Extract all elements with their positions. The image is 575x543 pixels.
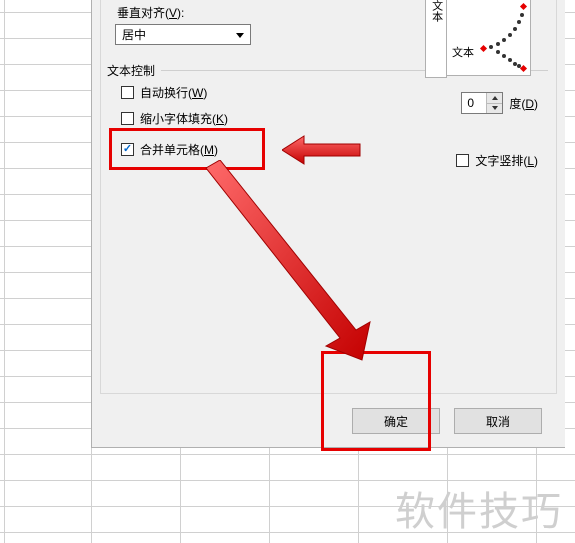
- checkbox-icon: [121, 86, 134, 99]
- checkbox-checked-icon: [121, 143, 134, 156]
- chevron-down-icon: [232, 27, 248, 43]
- text-control-legend: 文本控制: [107, 62, 155, 79]
- shrink-to-fit-checkbox-row[interactable]: 缩小字体填充(K): [121, 110, 228, 127]
- vertical-align-combo[interactable]: 居中: [115, 24, 251, 45]
- wrap-text-label: 自动换行(W): [140, 84, 207, 101]
- wrap-text-checkbox-row[interactable]: 自动换行(W): [121, 84, 207, 101]
- checkbox-icon: [121, 112, 134, 125]
- degree-value: 0: [467, 96, 474, 110]
- ok-button[interactable]: 确定: [352, 408, 440, 434]
- vertical-align-value: 居中: [122, 26, 146, 43]
- alignment-tab-panel: 垂直对齐(V): 居中 文本控制 自动换行(W) 缩小字体填充(K) 合并单元格…: [100, 0, 557, 394]
- spinner-down-icon[interactable]: [486, 104, 502, 114]
- degree-row: 0 度(D): [461, 92, 538, 114]
- checkbox-icon: [456, 154, 469, 167]
- format-cells-dialog: 垂直对齐(V): 居中 文本控制 自动换行(W) 缩小字体填充(K) 合并单元格…: [91, 0, 565, 448]
- spinner-up-icon[interactable]: [486, 93, 502, 104]
- vertical-text-label: 文字竖排(L): [475, 152, 538, 169]
- spinner-buttons: [486, 93, 502, 113]
- shrink-to-fit-label: 缩小字体填充(K): [140, 110, 228, 127]
- vertical-text-button[interactable]: 文本: [425, 0, 447, 78]
- merge-cells-label: 合并单元格(M): [140, 141, 218, 158]
- degree-spinner[interactable]: 0: [461, 92, 503, 114]
- merge-cells-checkbox-row[interactable]: 合并单元格(M): [121, 141, 218, 158]
- degree-label: 度(D): [509, 95, 538, 112]
- cancel-button[interactable]: 取消: [454, 408, 542, 434]
- orientation-preview: 文本 文本: [425, 0, 538, 78]
- vertical-align-label: 垂直对齐(V):: [117, 4, 184, 21]
- orientation-arc[interactable]: 文本: [447, 0, 531, 76]
- vertical-text-checkbox-row[interactable]: 文字竖排(L): [456, 152, 538, 169]
